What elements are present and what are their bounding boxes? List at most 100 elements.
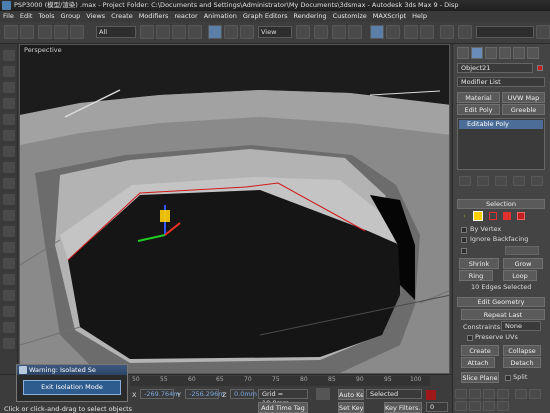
ring-button[interactable]: Ring — [459, 270, 493, 281]
tool-strip-icon[interactable] — [3, 162, 15, 173]
constraints-dropdown[interactable]: None — [501, 321, 541, 331]
menu-reactor[interactable]: reactor — [174, 11, 197, 22]
modify-tab-icon[interactable] — [471, 47, 483, 59]
select-link-icon[interactable] — [38, 25, 52, 39]
key-mode-icon[interactable] — [316, 388, 330, 400]
named-selection-sets-dropdown[interactable] — [476, 26, 534, 38]
tool-strip-icon[interactable] — [3, 306, 15, 317]
material-button[interactable]: Material — [457, 92, 500, 103]
pin-stack-icon[interactable] — [459, 176, 471, 186]
auto-key-button[interactable]: Auto Key — [338, 389, 364, 400]
tool-strip-icon[interactable] — [3, 274, 15, 285]
by-angle-checkbox[interactable] — [461, 248, 467, 254]
shrink-button[interactable]: Shrink — [459, 258, 499, 269]
curve-editor-icon[interactable] — [458, 25, 472, 39]
menu-group[interactable]: Group — [61, 11, 81, 22]
menu-create[interactable]: Create — [111, 11, 133, 22]
tool-strip-icon[interactable] — [3, 258, 15, 269]
current-frame-field[interactable]: 0 — [426, 402, 448, 412]
motion-tab-icon[interactable] — [499, 47, 511, 59]
spinner-snap-icon[interactable] — [386, 25, 400, 39]
playback-icon[interactable] — [515, 389, 527, 399]
menu-edit[interactable]: Edit — [20, 11, 33, 22]
zoom-icon[interactable] — [455, 389, 467, 399]
arc-rotate-icon[interactable] — [483, 401, 495, 411]
make-unique-icon[interactable] — [495, 176, 507, 186]
tool-strip-icon[interactable] — [3, 98, 15, 109]
configure-sets-icon[interactable] — [531, 176, 543, 186]
display-tab-icon[interactable] — [513, 47, 525, 59]
field-of-view-icon[interactable] — [455, 401, 467, 411]
object-color-swatch[interactable] — [537, 65, 543, 71]
mirror-icon[interactable] — [404, 25, 418, 39]
create-button[interactable]: Create — [461, 345, 499, 356]
utilities-tab-icon[interactable] — [527, 47, 539, 59]
set-key-button[interactable]: Set Key — [338, 402, 364, 413]
bind-space-warp-icon[interactable] — [70, 25, 84, 39]
set-key-icon[interactable] — [426, 390, 436, 400]
x-coordinate-field[interactable]: -269.764m — [140, 389, 180, 399]
polygon-level-icon[interactable] — [503, 212, 511, 220]
viewport-scene[interactable] — [20, 45, 450, 374]
pivot-center-icon[interactable] — [296, 25, 310, 39]
next-frame-icon[interactable] — [529, 389, 541, 399]
stack-item-editable-poly[interactable]: Editable Poly — [459, 120, 543, 129]
selection-rollout-header[interactable]: Selection — [457, 199, 545, 209]
snaps-toggle-icon[interactable] — [332, 25, 346, 39]
uvw-map-button[interactable]: UVW Map — [502, 92, 545, 103]
select-object-icon[interactable] — [140, 25, 154, 39]
tool-strip-icon[interactable] — [3, 226, 15, 237]
detach-button[interactable]: Detach — [503, 357, 541, 368]
reference-coordinate-dropdown[interactable]: View — [258, 26, 292, 38]
select-manipulate-icon[interactable] — [314, 25, 328, 39]
percent-snap-icon[interactable] — [370, 25, 384, 39]
edit-poly-button[interactable]: Edit Poly — [457, 104, 500, 115]
attach-button[interactable]: Attach — [461, 357, 495, 368]
menu-maxscript[interactable]: MAXScript — [373, 11, 406, 22]
repeat-last-button[interactable]: Repeat Last — [461, 309, 545, 320]
rectangular-selection-icon[interactable] — [172, 25, 186, 39]
zoom-extents-all-icon[interactable] — [497, 389, 509, 399]
menu-customize[interactable]: Customize — [333, 11, 367, 22]
menu-help[interactable]: Help — [412, 11, 427, 22]
angle-snap-icon[interactable] — [348, 25, 362, 39]
element-level-icon[interactable] — [517, 212, 525, 220]
create-tab-icon[interactable] — [457, 47, 469, 59]
by-vertex-checkbox[interactable] — [461, 227, 467, 233]
y-coordinate-field[interactable]: -256.296m — [185, 389, 225, 399]
unlink-icon[interactable] — [54, 25, 68, 39]
edge-level-icon[interactable] — [473, 211, 483, 221]
layer-manager-icon[interactable] — [440, 25, 454, 39]
select-rotate-icon[interactable] — [224, 25, 238, 39]
tool-strip-icon[interactable] — [3, 50, 15, 61]
ignore-backfacing-checkbox[interactable] — [461, 237, 467, 243]
edit-geometry-rollout-header[interactable]: Edit Geometry — [457, 297, 545, 307]
tool-strip-icon[interactable] — [3, 322, 15, 333]
perspective-viewport[interactable]: Perspective — [19, 44, 450, 374]
add-time-tag-button[interactable]: Add Time Tag — [258, 402, 308, 413]
zoom-all-icon[interactable] — [469, 389, 481, 399]
tool-strip-icon[interactable] — [3, 210, 15, 221]
menu-views[interactable]: Views — [86, 11, 105, 22]
exit-isolation-mode-button[interactable]: Exit Isolation Mode — [23, 380, 121, 395]
selection-filter-dropdown[interactable]: All — [96, 26, 136, 38]
show-end-result-icon[interactable] — [477, 176, 489, 186]
greeble-button[interactable]: Greeble — [502, 104, 545, 115]
vertex-level-icon[interactable]: · — [463, 212, 466, 221]
remove-modifier-icon[interactable] — [513, 176, 525, 186]
border-level-icon[interactable] — [489, 212, 497, 220]
menu-tools[interactable]: Tools — [38, 11, 54, 22]
tool-strip-icon[interactable] — [3, 130, 15, 141]
maximize-viewport-icon[interactable] — [497, 401, 509, 411]
tool-strip-icon[interactable] — [3, 82, 15, 93]
zoom-extents-icon[interactable] — [483, 389, 495, 399]
align-icon[interactable] — [420, 25, 434, 39]
loop-button[interactable]: Loop — [503, 270, 537, 281]
collapse-button[interactable]: Collapse — [503, 345, 541, 356]
menu-animation[interactable]: Animation — [204, 11, 237, 22]
modifier-list-dropdown[interactable]: Modifier List — [457, 77, 545, 87]
preserve-uvs-checkbox[interactable] — [467, 335, 473, 341]
tool-strip-icon[interactable] — [3, 242, 15, 253]
select-by-name-icon[interactable] — [156, 25, 170, 39]
track-bar[interactable]: 50 55 60 65 70 75 80 85 90 95 100 — [130, 376, 430, 386]
